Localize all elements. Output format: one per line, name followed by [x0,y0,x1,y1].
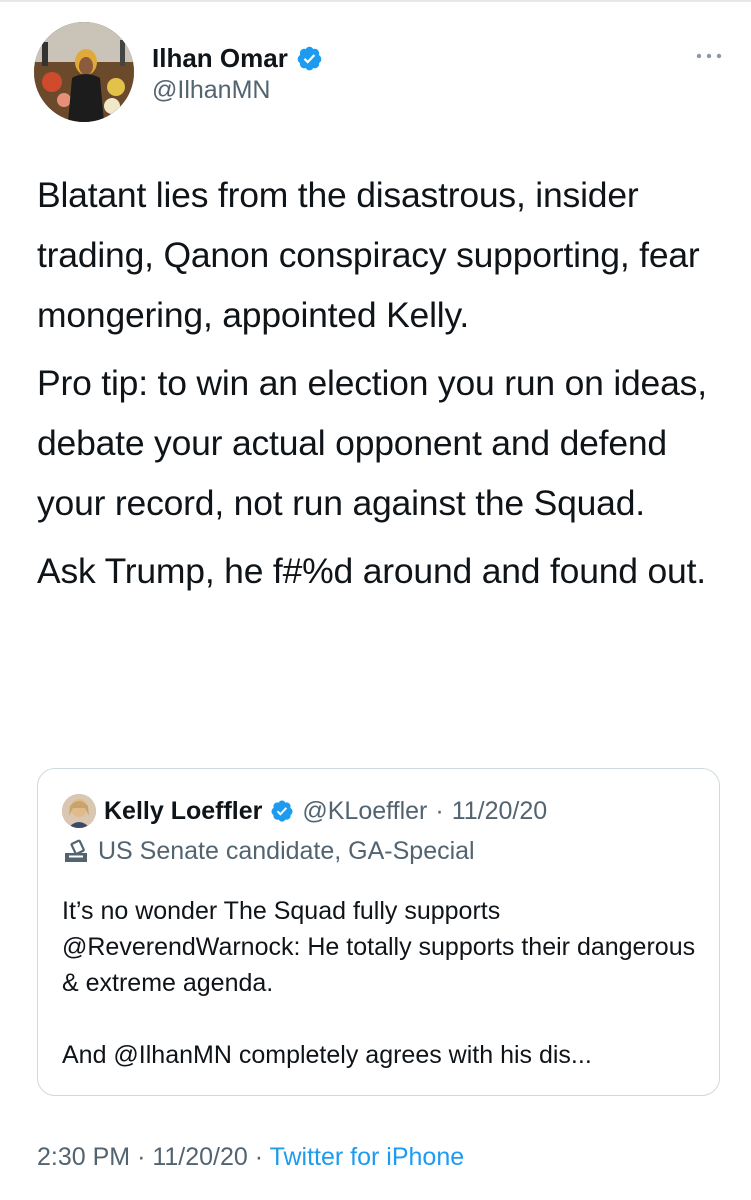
verified-badge-icon [297,46,322,70]
tweet-date[interactable]: 11/20/20 [152,1143,247,1171]
separator: · [137,1143,146,1171]
label-text: US Senate candidate, GA-Special [98,837,475,865]
quoted-paragraph: And @IlhanMN completely agrees with his … [62,1041,592,1069]
quoted-account-label: US Senate candidate, GA-Special [62,837,475,866]
display-name[interactable]: Ilhan Omar [152,43,288,74]
quoted-tweet-header: Kelly Loeffler @KLoeffler · 11/20/20 [62,793,547,829]
separator: · [435,796,444,825]
tweet-paragraph: Ask Trump, he f#%d around and found out. [37,551,706,591]
avatar[interactable] [34,22,134,122]
separator: · [254,1143,264,1171]
quoted-paragraph: It’s no wonder The Squad fully supports … [62,897,696,997]
quoted-display-name: Kelly Loeffler [104,796,263,825]
more-options-icon[interactable] [694,50,724,62]
quoted-handle: @KLoeffler [302,796,428,825]
tweet-source-link[interactable]: Twitter for iPhone [270,1143,465,1171]
author-name-row: Ilhan Omar [152,40,323,76]
verified-badge-icon [271,800,293,822]
quoted-avatar [62,794,96,828]
quoted-date: 11/20/20 [451,796,548,825]
quoted-avatar-photo [62,794,96,828]
author-handle[interactable]: @IlhanMN [152,76,270,105]
quoted-tweet-body: It’s no wonder The Squad fully supports … [62,893,702,1109]
top-divider [0,0,751,2]
tweet-paragraph: Blatant lies from the disastrous, inside… [37,175,700,335]
quoted-tweet-card[interactable]: Kelly Loeffler @KLoeffler · 11/20/20 US … [37,768,720,1096]
tweet-time[interactable]: 2:30 PM [37,1143,130,1171]
avatar-photo [34,22,134,122]
tweet-paragraph: Pro tip: to win an election you run on i… [37,363,707,523]
tweet-header: Ilhan Omar @IlhanMN [34,22,724,126]
tweet-metadata: 2:30 PM · 11/20/20 · Twitter for iPhone [37,1143,464,1172]
tweet-body: Blatant lies from the disastrous, inside… [37,165,727,609]
ballot-box-icon [65,839,87,862]
